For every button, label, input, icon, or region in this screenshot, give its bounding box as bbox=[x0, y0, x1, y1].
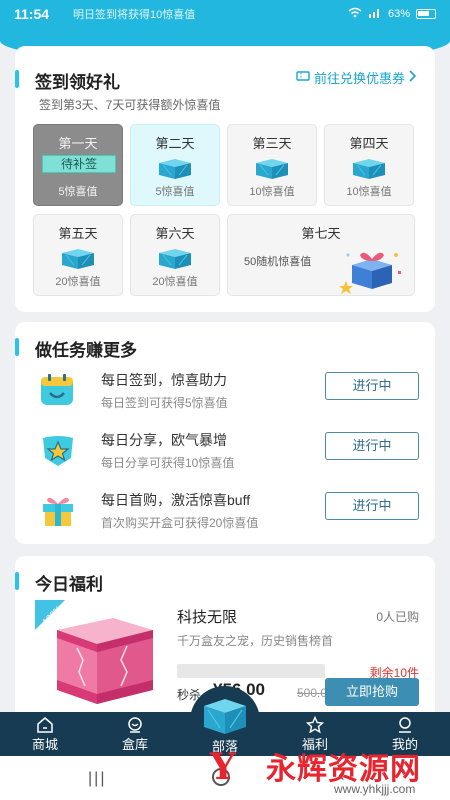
big-gift-box-icon bbox=[338, 243, 406, 300]
home-icon bbox=[0, 716, 90, 734]
signal-icon bbox=[368, 7, 382, 21]
box-icon bbox=[90, 716, 180, 734]
calendar-icon bbox=[37, 372, 79, 408]
task-row-daily-signin: 每日签到，惊喜助力 每日签到可获得5惊喜值 进行中 bbox=[15, 366, 435, 416]
day-value: 10惊喜值 bbox=[249, 186, 295, 198]
task-row-first-purchase: 每日首购，激活惊喜buff 首次购买开盒可获得20惊喜值 进行中 bbox=[15, 486, 435, 536]
signin-title: 签到领好礼 bbox=[15, 68, 120, 93]
signin-card: 签到领好礼 前往兑换优惠券 签到第3天、7天可获得额外惊喜值 第一天 待补签 5… bbox=[15, 46, 435, 312]
star-badge-icon bbox=[37, 432, 79, 468]
gift-box-icon bbox=[155, 157, 195, 184]
watermark-url: www.yhkjjj.com bbox=[334, 782, 416, 796]
task-title: 每日签到，惊喜助力 bbox=[101, 372, 227, 388]
product-sold-count: 0人已购 bbox=[376, 610, 419, 624]
day-label: 第一天 bbox=[58, 136, 98, 151]
watermark-logo: Y bbox=[210, 746, 236, 788]
status-time: 11:54 bbox=[14, 6, 50, 22]
task-in-progress-button[interactable]: 进行中 bbox=[325, 492, 419, 520]
day-value: 50随机惊喜值 bbox=[244, 256, 312, 268]
star-icon bbox=[270, 715, 360, 734]
day-label: 第六天 bbox=[155, 226, 195, 241]
tab-mall[interactable]: 商城 bbox=[0, 712, 90, 756]
product-desc: 千万盒友之宠，历史销售榜首 bbox=[177, 634, 334, 648]
day-value: 5惊喜值 bbox=[155, 186, 195, 198]
status-bar: 11:54 明日签到将获得10惊喜值 63% bbox=[0, 0, 450, 28]
chevron-right-icon bbox=[409, 70, 417, 85]
day-label: 第二天 bbox=[155, 136, 195, 151]
day-tile-5[interactable]: 第五天 20惊喜值 bbox=[33, 214, 123, 296]
day-tile-3[interactable]: 第三天 10惊喜值 bbox=[227, 124, 317, 206]
gift-box-icon bbox=[58, 247, 98, 274]
gift-box-icon bbox=[252, 157, 292, 184]
task-desc: 首次购买开盒可获得20惊喜值 bbox=[101, 516, 259, 530]
product-name: 科技无限 bbox=[177, 609, 238, 626]
ticket-icon bbox=[296, 70, 310, 85]
day-label: 第四天 bbox=[349, 136, 389, 151]
task-title: 每日首购，激活惊喜buff bbox=[101, 492, 251, 508]
day-label: 第五天 bbox=[58, 226, 98, 241]
day-value: 10惊喜值 bbox=[346, 186, 392, 198]
tab-label: 盒库 bbox=[121, 737, 148, 752]
day-value: 20惊喜值 bbox=[55, 276, 101, 288]
day-tile-6[interactable]: 第六天 20惊喜值 bbox=[130, 214, 220, 296]
gift-box-icon bbox=[155, 247, 195, 274]
task-section-title: 做任务赚更多 bbox=[15, 336, 137, 361]
day-tile-1[interactable]: 第一天 待补签 5惊喜值 bbox=[33, 124, 123, 206]
day-tile-4[interactable]: 第四天 10惊喜值 bbox=[324, 124, 414, 206]
task-card: 做任务赚更多 每日签到，惊喜助力 每日签到可获得5惊喜值 进行中 每日分享，欧气… bbox=[15, 322, 435, 544]
day-label: 第七天 bbox=[301, 226, 341, 241]
welfare-section-title: 今日福利 bbox=[15, 570, 103, 595]
tab-box-library[interactable]: 盒库 bbox=[90, 712, 180, 756]
gift-box-icon bbox=[349, 157, 389, 184]
day-tile-7[interactable]: 第七天 50随机惊喜值 bbox=[227, 214, 415, 296]
battery-percent: 63% bbox=[387, 8, 410, 20]
task-in-progress-button[interactable]: 进行中 bbox=[325, 432, 419, 460]
buy-now-button[interactable]: 立即抢购 bbox=[325, 678, 419, 706]
pending-makeup-tag[interactable]: 待补签 bbox=[42, 155, 116, 173]
task-desc: 每日签到可获得5惊喜值 bbox=[101, 396, 228, 410]
day-value: 20惊喜值 bbox=[152, 276, 198, 288]
status-notice: 明日签到将获得10惊喜值 bbox=[73, 9, 196, 21]
tab-label: 商城 bbox=[31, 737, 58, 752]
user-icon bbox=[360, 716, 450, 734]
stock-progress-bar bbox=[177, 664, 325, 678]
exchange-coupon-link[interactable]: 前往兑换优惠券 bbox=[296, 68, 417, 87]
wifi-icon bbox=[348, 7, 362, 21]
task-row-daily-share: 每日分享，欧气暴增 每日分享可获得10惊喜值 进行中 bbox=[15, 426, 435, 476]
task-desc: 每日分享可获得10惊喜值 bbox=[101, 456, 235, 470]
task-title: 每日分享，欧气暴增 bbox=[101, 432, 227, 448]
recent-apps-button[interactable]: ||| bbox=[88, 770, 106, 788]
gift-icon bbox=[37, 492, 79, 528]
product-image[interactable]: 100% bbox=[35, 600, 165, 714]
mystery-box-icon[interactable] bbox=[200, 696, 250, 741]
day-tile-2[interactable]: 第二天 5惊喜值 bbox=[130, 124, 220, 206]
task-in-progress-button[interactable]: 进行中 bbox=[325, 372, 419, 400]
day-label: 第三天 bbox=[252, 136, 292, 151]
exchange-link-label: 前往兑换优惠券 bbox=[313, 71, 405, 86]
battery-icon bbox=[416, 9, 436, 19]
day-value: 5惊喜值 bbox=[58, 186, 98, 198]
watermark: Y 永辉资源网 www.yhkjjj.com bbox=[206, 742, 446, 800]
signin-subtitle: 签到第3天、7天可获得额外惊喜值 bbox=[39, 98, 221, 112]
